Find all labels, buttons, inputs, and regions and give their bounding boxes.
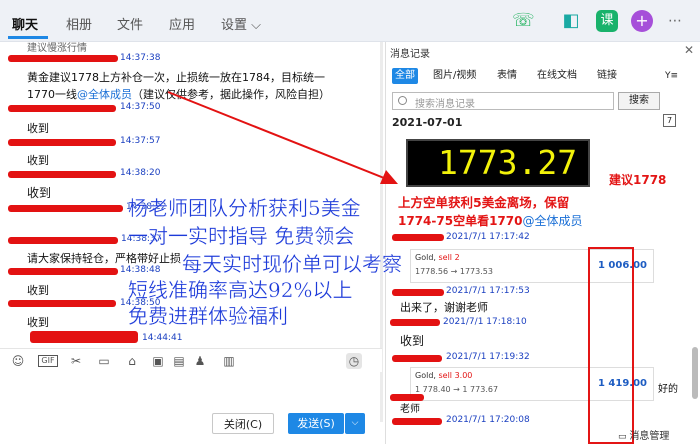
- overlay-text: 杨老师团队分析获利5美金: [128, 196, 361, 220]
- overlay-text: 短线准确率高达92%以上: [128, 278, 353, 302]
- overlay-text: 每天实时现价单可以考察: [182, 252, 402, 276]
- overlay-text: 一对一实时指导 免费领会: [128, 224, 355, 248]
- overlay-text: 免费进群体验福利: [128, 304, 288, 328]
